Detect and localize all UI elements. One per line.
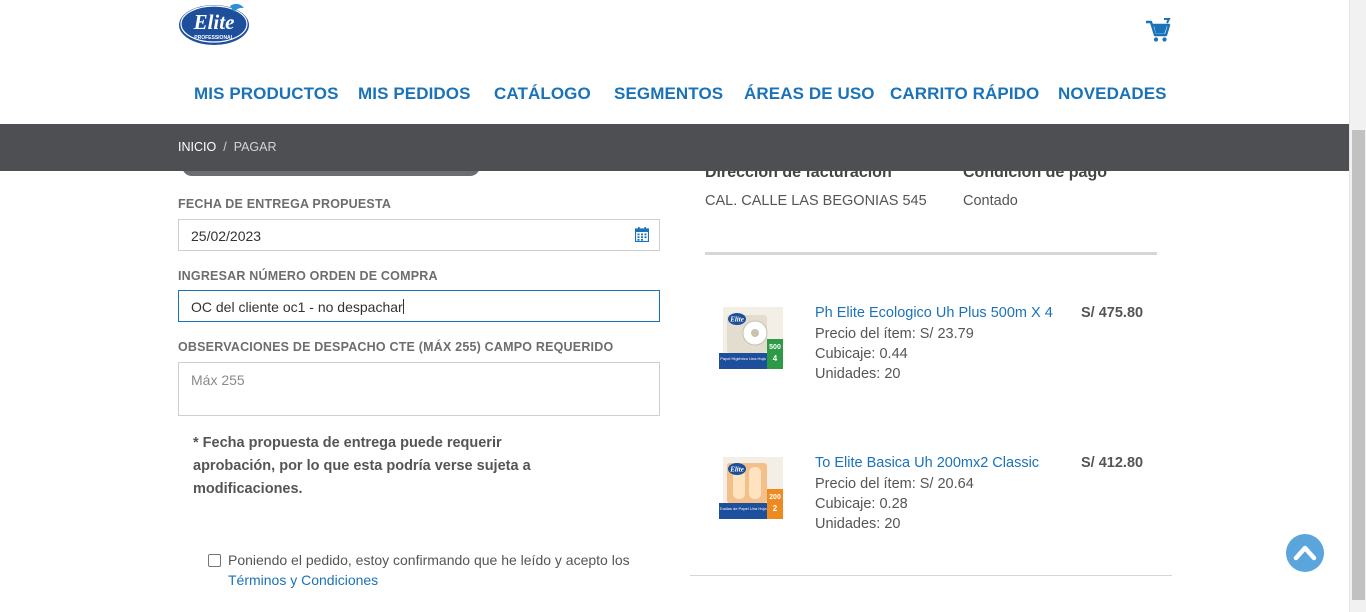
- logo-subtext: PROFESSIONAL: [194, 35, 233, 41]
- payment-condition-value: Contado: [963, 193, 1018, 209]
- package-count: 2: [773, 504, 778, 513]
- product-units: Unidades: 20: [815, 516, 901, 532]
- svg-text:Elite: Elite: [729, 466, 744, 474]
- product-name[interactable]: Ph Elite Ecologico Uh Plus 500m X 4: [815, 305, 1053, 321]
- nav-carrito-rapido[interactable]: CARRITO RÁPIDO: [890, 84, 1039, 104]
- elite-logo[interactable]: Elite PROFESSIONAL: [178, 2, 250, 46]
- package-number: 200: [769, 494, 781, 501]
- svg-text:Elite: Elite: [729, 316, 744, 324]
- calendar-icon[interactable]: [634, 227, 650, 243]
- package-number: 500: [769, 344, 781, 351]
- po-number-label: INGRESAR NÚMERO ORDEN DE COMPRA: [178, 269, 438, 283]
- summary-divider: [705, 252, 1157, 255]
- product-unit-price: Precio del ítem: S/ 20.64: [815, 476, 974, 492]
- delivery-date-input[interactable]: 25/02/2023: [178, 219, 660, 251]
- product-total-price: S/ 412.80: [1081, 455, 1144, 471]
- cart-item: Elite 200 2 Toallas de Papel Una Hoja To…: [705, 455, 1165, 545]
- terms-link[interactable]: Términos y Condiciones: [228, 572, 378, 588]
- breadcrumb-home[interactable]: INICIO: [178, 140, 216, 154]
- scroll-to-top-button[interactable]: [1286, 534, 1324, 572]
- delivery-date-value: 25/02/2023: [191, 228, 262, 244]
- terms-acceptance: Poniendo el pedido, estoy confirmando qu…: [208, 550, 648, 590]
- nav-areas-de-uso[interactable]: ÁREAS DE USO: [744, 84, 875, 104]
- observations-label: OBSERVACIONES DE DESPACHO CTE (MÁX 255) …: [178, 340, 614, 354]
- nav-segmentos[interactable]: SEGMENTOS: [614, 84, 723, 104]
- delivery-note: * Fecha propuesta de entrega puede reque…: [193, 435, 531, 497]
- package-count: 4: [773, 354, 778, 363]
- product-name[interactable]: To Elite Basica Uh 200mx2 Classic: [815, 455, 1039, 471]
- product-image[interactable]: Elite 200 2 Toallas de Papel Una Hoja: [719, 455, 787, 523]
- product-image[interactable]: Elite 500 4 Papel Higiénico Una Hoja: [719, 305, 787, 373]
- product-unit-price: Precio del ítem: S/ 23.79: [815, 326, 974, 342]
- po-number-input[interactable]: OC del cliente oc1 - no despachar: [178, 290, 660, 322]
- package-caption: Papel Higiénico Una Hoja: [720, 356, 766, 361]
- scrollbar-thumb[interactable]: [1352, 130, 1365, 600]
- po-number-value: OC del cliente oc1 - no despachar: [191, 299, 403, 315]
- cart-item: Elite 500 4 Papel Higiénico Una Hoja Ph …: [705, 305, 1165, 395]
- billing-address-value: CAL. CALLE LAS BEGONIAS 545: [705, 193, 927, 209]
- terms-checkbox[interactable]: [208, 554, 221, 567]
- nav-mis-pedidos[interactable]: MIS PEDIDOS: [358, 84, 471, 104]
- items-divider: [690, 575, 1172, 576]
- nav-novedades[interactable]: NOVEDADES: [1058, 84, 1167, 104]
- breadcrumb-current: PAGAR: [233, 140, 277, 154]
- text-cursor: [402, 299, 404, 314]
- delivery-date-label: FECHA DE ENTREGA PROPUESTA: [178, 197, 392, 211]
- product-cubicaje: Cubicaje: 0.44: [815, 346, 908, 362]
- breadcrumb-separator: /: [223, 140, 227, 154]
- observations-placeholder: Máx 255: [191, 372, 245, 388]
- observations-textarea[interactable]: Máx 255: [178, 362, 660, 416]
- package-caption: Toallas de Papel Una Hoja: [719, 506, 767, 511]
- chevron-up-icon: [1293, 545, 1317, 561]
- nav-catalogo[interactable]: CATÁLOGO: [494, 84, 591, 104]
- logo-text: Elite: [193, 10, 235, 34]
- breadcrumb: INICIO / PAGAR: [178, 140, 277, 154]
- breadcrumb-bar: INICIO / PAGAR: [0, 124, 1349, 171]
- terms-text: Poniendo el pedido, estoy confirmando qu…: [228, 552, 630, 568]
- product-total-price: S/ 475.80: [1081, 305, 1144, 321]
- product-cubicaje: Cubicaje: 0.28: [815, 496, 908, 512]
- nav-mis-productos[interactable]: MIS PRODUCTOS: [194, 84, 339, 104]
- product-units: Unidades: 20: [815, 366, 901, 382]
- page-scrollbar[interactable]: [1349, 0, 1366, 612]
- cart-icon[interactable]: [1145, 18, 1171, 44]
